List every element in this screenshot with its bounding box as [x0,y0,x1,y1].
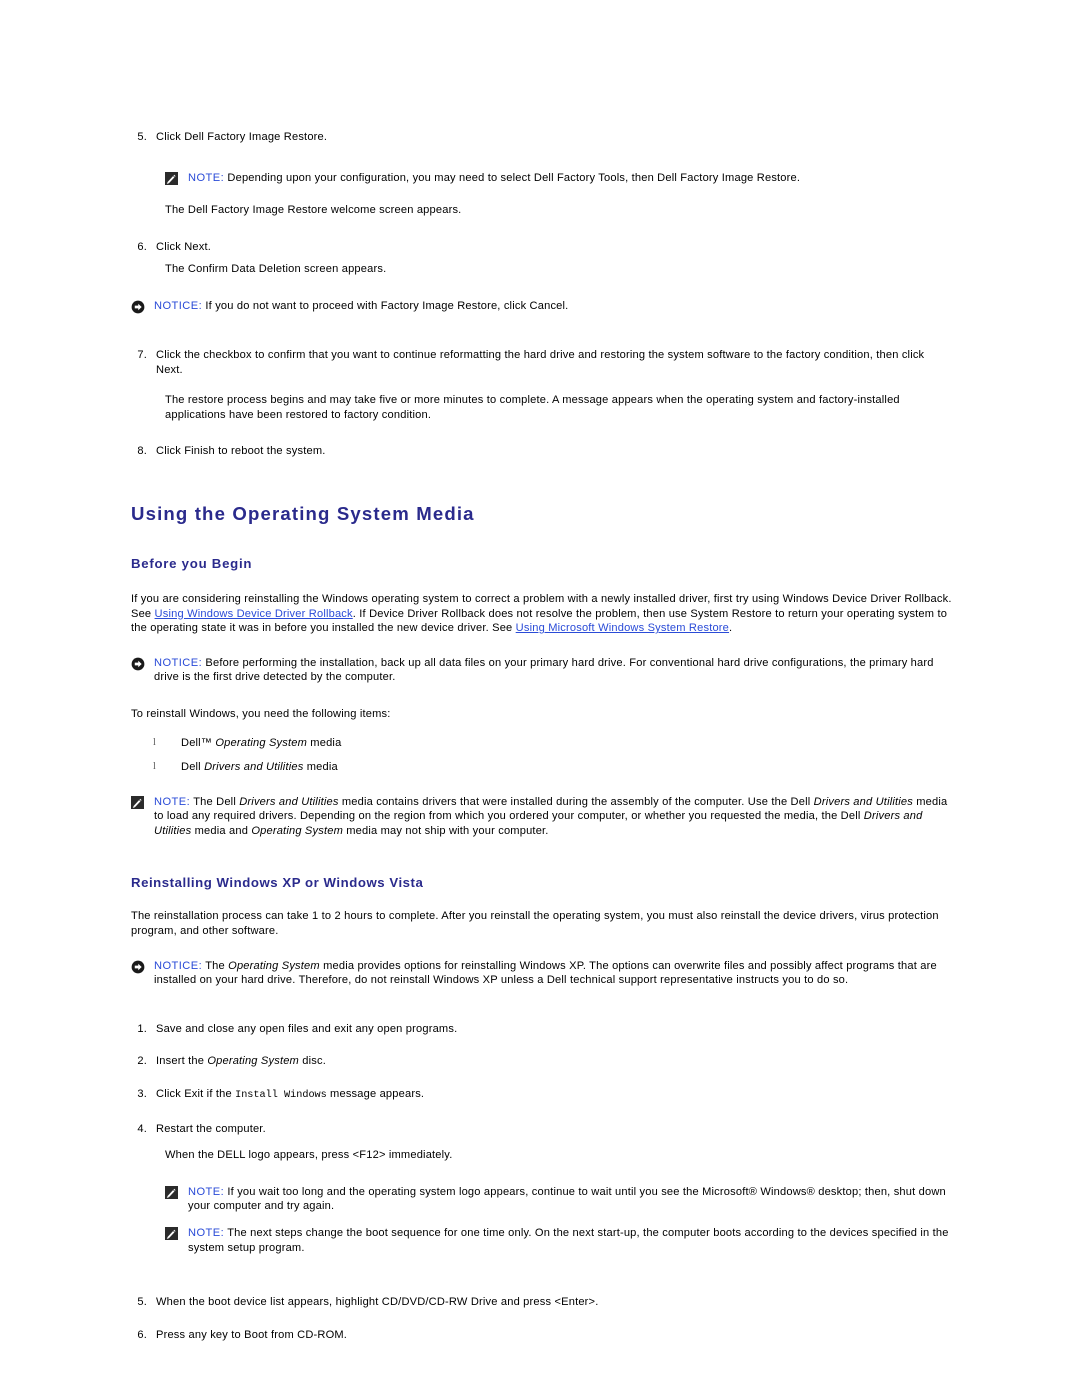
notice-arrow-icon [131,959,154,974]
list-text: Click Finish to reboot the system. [156,445,326,458]
list-text: Press any key to Boot from CD-ROM. [156,1328,348,1341]
note-label: NOTE: [188,1227,225,1239]
notice-label: NOTICE: [154,299,203,312]
list-number: 5. [137,131,147,143]
list-item: 1. Save and close any open files and exi… [131,1022,953,1037]
notice-arrow-icon [131,656,154,671]
list-text: Restart the computer. [156,1122,266,1135]
paragraph-reinstall-intro: The reinstallation process can take 1 to… [131,910,939,938]
subheading-before-you-begin: Before you Begin [131,555,253,571]
bullet-marker: l [153,736,156,748]
list-number: 1. [137,1022,147,1035]
list-number: 6. [137,1328,147,1341]
notice-arrow-icon [131,299,154,314]
paragraph-dell-logo-f12: When the DELL logo appears, press <F12> … [165,1149,453,1162]
subheading-reinstalling-windows: Reinstalling Windows XP or Windows Vista [131,875,424,891]
link-windows-system-restore[interactable]: Using Microsoft Windows System Restore [516,622,729,634]
list-text: Dell Drivers and Utilities media [181,761,338,774]
list-text: Click Exit if the Install Windows messag… [156,1088,425,1102]
list-item: 6. Click Next. [131,240,953,255]
notice-text: NOTICE: Before performing the installati… [154,656,934,684]
list-item: 8. Click Finish to reboot the system. [131,444,953,459]
list-item: 6. Press any key to Boot from CD-ROM. [131,1328,953,1343]
paragraph-welcome-screen: The Dell Factory Image Restore welcome s… [165,204,462,217]
notice-callout: NOTICE: The Operating System media provi… [131,959,953,988]
list-number: 8. [137,445,147,458]
list-item: 5. Click Dell Factory Image Restore. [131,130,953,145]
link-device-driver-rollback[interactable]: Using Windows Device Driver Rollback [155,608,353,620]
note-callout: NOTE: The Dell Drivers and Utilities med… [131,795,953,839]
list-number: 5. [137,1296,147,1309]
note-text: NOTE: If you wait too long and the opera… [188,1185,946,1213]
note-callout: NOTE: The next steps change the boot seq… [165,1226,953,1255]
notice-label: NOTICE: [154,959,203,972]
note-pencil-icon [165,171,188,185]
notice-text: NOTICE: The Operating System media provi… [154,959,937,987]
notice-label: NOTICE: [154,656,203,669]
list-number: 3. [137,1088,147,1101]
note-label: NOTE: [188,171,225,184]
document-page: 5. Click Dell Factory Image Restore. NOT… [131,130,953,1342]
note-text: NOTE: The Dell Drivers and Utilities med… [154,795,948,837]
list-text: Insert the Operating System disc. [156,1055,326,1068]
list-item: l Dell Drivers and Utilities media [153,760,953,775]
paragraph-before-you-begin: If you are considering reinstalling the … [131,592,952,635]
list-text: Dell™ Operating System media [181,736,342,749]
note-text: NOTE: The next steps change the boot seq… [188,1227,949,1254]
list-item: l Dell™ Operating System media [153,736,953,751]
code-install-windows: Install Windows [235,1090,327,1102]
paragraph-restore-process: The restore process begins and may take … [165,394,900,421]
notice-callout: NOTICE: If you do not want to proceed wi… [131,299,953,314]
list-text: Click the checkbox to confirm that you w… [156,348,925,376]
note-pencil-icon [165,1185,188,1199]
list-text: When the boot device list appears, highl… [156,1296,599,1309]
notice-callout: NOTICE: Before performing the installati… [131,656,953,685]
note-label: NOTE: [188,1185,225,1198]
list-number: 6. [137,240,147,253]
notice-text: NOTICE: If you do not want to proceed wi… [154,299,569,312]
list-item: 2. Insert the Operating System disc. [131,1054,953,1069]
note-label: NOTE: [154,795,191,808]
section-heading-using-os-media: Using the Operating System Media [131,502,475,524]
paragraph-items-intro: To reinstall Windows, you need the follo… [131,707,391,720]
bullet-marker: l [153,761,156,773]
note-callout: NOTE: If you wait too long and the opera… [165,1185,953,1214]
list-item: 3. Click Exit if the Install Windows mes… [131,1087,953,1104]
list-text: Click Next. [156,240,211,253]
list-number: 4. [137,1122,147,1135]
list-number: 7. [137,348,147,361]
list-item: 4. Restart the computer. [131,1122,953,1137]
list-text: Click Dell Factory Image Restore. [156,131,328,143]
note-text: NOTE: Depending upon your configuration,… [188,171,801,184]
paragraph-confirm-screen: The Confirm Data Deletion screen appears… [165,263,387,276]
list-number: 2. [137,1055,147,1068]
list-item: 5. When the boot device list appears, hi… [131,1295,953,1310]
note-callout: NOTE: Depending upon your configuration,… [165,171,953,186]
note-pencil-icon [165,1226,188,1240]
list-item: 7. Click the checkbox to confirm that yo… [131,348,953,377]
note-pencil-icon [131,795,154,809]
list-text: Save and close any open files and exit a… [156,1022,458,1035]
